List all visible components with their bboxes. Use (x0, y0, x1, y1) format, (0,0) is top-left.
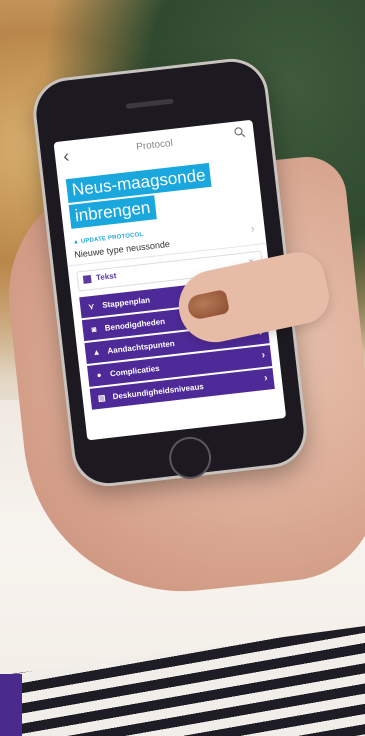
menu-item-label: Aandachtspunten (106, 338, 176, 356)
skill-icon: ▤ (97, 393, 107, 403)
purple-corner (0, 674, 22, 736)
menu-item-label: Stappenplan (101, 295, 151, 310)
menu-item-label: Deskundigheidsniveaus (112, 381, 205, 402)
book-icon (82, 274, 92, 284)
menu-item-label: Complicaties (109, 363, 161, 379)
nav-title: Protocol (135, 137, 174, 153)
speech-icon: ● (96, 370, 103, 380)
chevron-right-icon: › (261, 349, 266, 362)
chevron-right-icon: › (263, 372, 269, 384)
camera-icon: ◙ (91, 324, 97, 335)
phone-speaker (125, 98, 174, 109)
photo-scene: ‹ Protocol Neus-maagsonde inbrengen ▲ UP… (0, 0, 365, 736)
search-icon[interactable] (233, 126, 246, 139)
tekst-label: Tekst (95, 271, 117, 283)
chevron-right-icon: › (249, 221, 256, 236)
steps-icon: ⋎ (87, 301, 95, 312)
app-navbar: ‹ Protocol (54, 120, 256, 172)
warning-icon: ▲ (92, 347, 102, 358)
menu-item-label: Benodigdheden (104, 316, 166, 333)
